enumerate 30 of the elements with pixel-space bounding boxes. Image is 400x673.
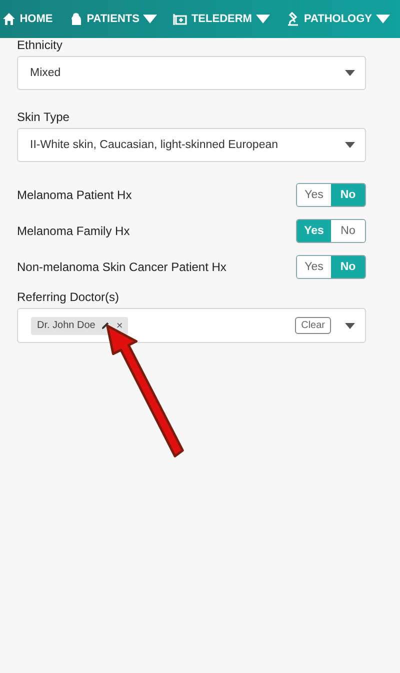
monitor-icon (173, 12, 188, 26)
question-label: Melanoma Family Hx (17, 224, 130, 238)
toggle-option[interactable]: Yes (297, 220, 331, 242)
select-field[interactable]: Mixed (17, 56, 366, 90)
nav-link[interactable]: TELEDERM (173, 12, 270, 26)
microscope-icon (286, 12, 300, 26)
clear-button[interactable]: Clear (295, 317, 331, 334)
toggle-option[interactable]: Yes (297, 184, 331, 206)
chip-label: Dr. John Doe (37, 320, 96, 331)
person-icon (68, 12, 83, 26)
multi-select-field[interactable]: Dr. John Doe × Clear (17, 308, 366, 343)
doctor-chip[interactable]: Dr. John Doe × (31, 316, 128, 334)
nav-link[interactable]: PATIENTS (68, 12, 158, 26)
home-icon (2, 12, 16, 26)
toggle-option[interactable]: No (331, 184, 365, 206)
toggle-option[interactable]: Yes (297, 256, 331, 278)
dropdown-caret-icon[interactable] (345, 322, 355, 328)
field-label: Skin Type (17, 110, 70, 124)
nav-link[interactable]: PATHOLOGY (286, 12, 390, 26)
field-label: Ethnicity (17, 38, 64, 52)
field-label: Referring Doctor(s) (17, 290, 120, 304)
question-label: Non-melanoma Skin Cancer Patient Hx (17, 260, 226, 274)
toggle-option[interactable]: No (331, 256, 365, 278)
toggle-option[interactable]: No (331, 220, 365, 242)
select-field[interactable]: II-White skin, Caucasian, light-skinned European (17, 128, 366, 162)
nav-link[interactable]: HOME (2, 12, 53, 26)
dropdown-caret-icon[interactable] (345, 142, 355, 148)
question-label: Melanoma Patient Hx (17, 188, 132, 202)
remove-button[interactable]: × (116, 320, 123, 332)
dropdown-caret-icon[interactable] (345, 70, 355, 76)
